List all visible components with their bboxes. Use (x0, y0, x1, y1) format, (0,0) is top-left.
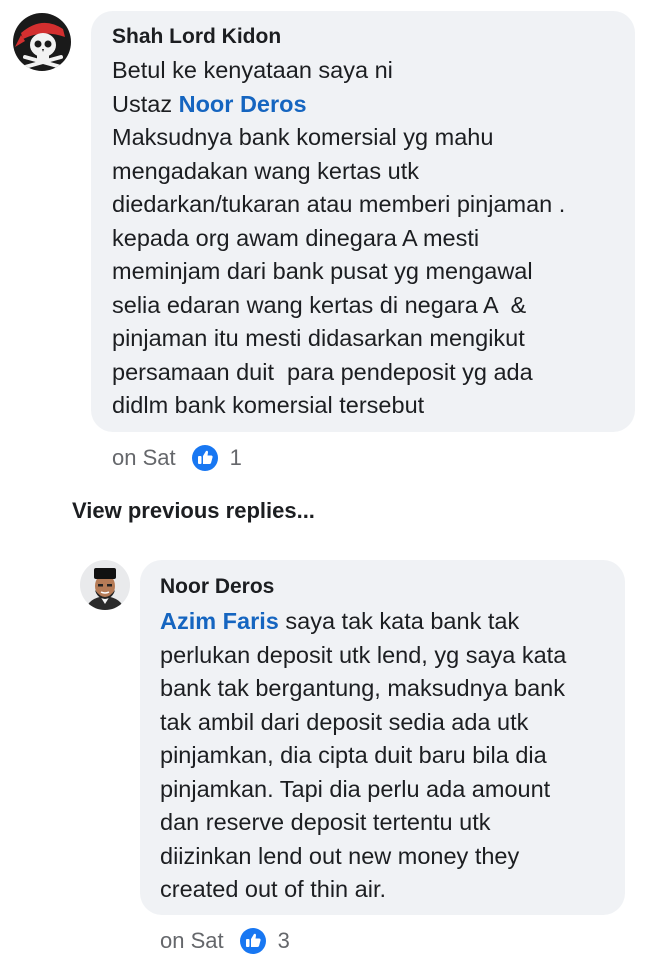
comment-line: diedarkan/tukaran atau memberi pinjaman … (112, 191, 566, 217)
comment-line: persamaan duit para pendeposit yg ada (112, 358, 533, 385)
comment-line: Azim Faris saya tak kata bank tak (160, 605, 609, 639)
comment-line: dan reserve deposit tertentu utk (160, 809, 491, 835)
view-previous-replies-link[interactable]: View previous replies... (72, 498, 315, 524)
mention-link[interactable]: Noor Deros (179, 91, 307, 117)
comment-line: bank tak bergantung, maksudnya bank (160, 675, 565, 701)
comment-line: pinjamkan, dia cipta duit baru bila dia (160, 742, 547, 768)
like-icon[interactable] (191, 445, 218, 471)
like-count[interactable]: 3 (278, 928, 290, 954)
comment-line-prefix: Ustaz (112, 90, 179, 117)
comment-line: created out of thin air. (160, 876, 387, 902)
comment-line: meminjam dari bank pusat yg mengawal (112, 258, 533, 284)
avatar-noor-deros[interactable] (80, 560, 130, 610)
avatar-shah-lord-kidon[interactable] (13, 13, 71, 71)
like-icon[interactable] (239, 928, 266, 954)
man-with-songkok-icon (80, 560, 130, 610)
comment-line: Ustaz Noor Deros (112, 88, 613, 122)
comment-line: selia edaran wang kertas di negara A & (112, 291, 527, 318)
comment-line: kepada org awam dinegara A mesti (112, 224, 480, 251)
comment-line: diizinkan lend out new money they (160, 842, 520, 869)
comment-line-rest: saya tak kata bank tak (278, 608, 520, 634)
comment-line: pinjaman itu mesti didasarkan mengikut (112, 325, 525, 351)
comment-timestamp[interactable]: on Sat (112, 445, 176, 471)
comment-line: tak ambil dari deposit sedia ada utk (160, 708, 529, 735)
mention-link[interactable]: Azim Faris (160, 608, 279, 634)
comment-line: Maksudnya bank komersial yg mahu (112, 124, 494, 150)
comment-body: Betul ke kenyataan saya ni Ustaz Noor De… (112, 54, 613, 423)
comment-line: pinjamkan. Tapi dia perlu ada amount (160, 775, 551, 802)
comment-meta-1: on Sat 1 (112, 445, 242, 471)
comment-body: Azim Faris saya tak kata bank tak perluk… (160, 605, 609, 907)
comment-line: didlm bank komersial tersebut (112, 392, 425, 418)
like-count[interactable]: 1 (230, 445, 242, 471)
comment-timestamp[interactable]: on Sat (160, 928, 224, 954)
comment-author[interactable]: Noor Deros (160, 574, 609, 600)
comment-author[interactable]: Shah Lord Kidon (112, 24, 613, 50)
comment-bubble-2: Noor Deros Azim Faris saya tak kata bank… (140, 560, 625, 915)
comment-bubble-1: Shah Lord Kidon Betul ke kenyataan saya … (91, 11, 635, 432)
comment-line: mengadakan wang kertas utk (112, 157, 419, 184)
comment-line: perlukan deposit utk lend, yg saya kata (160, 641, 567, 668)
pirate-skull-icon (13, 13, 71, 71)
comment-meta-2: on Sat 3 (160, 928, 290, 954)
comment-line: Betul ke kenyataan saya ni (112, 57, 393, 83)
